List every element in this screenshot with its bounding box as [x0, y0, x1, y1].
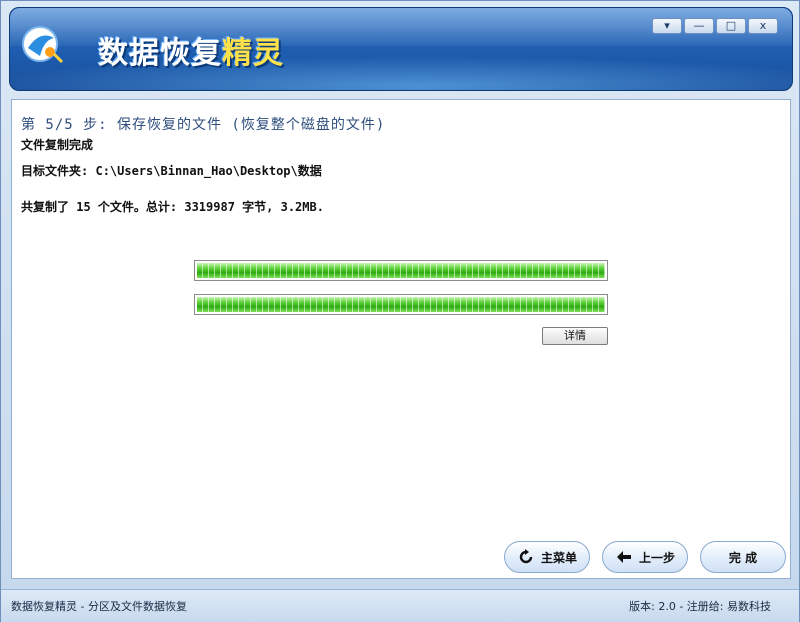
copy-complete-text: 文件复制完成: [21, 138, 94, 152]
status-version-info: 版本: 2.0 - 注册给: 易数科技: [629, 600, 771, 613]
window-menu-button[interactable]: ▾: [652, 18, 682, 34]
target-folder-path: C:\Users\Binnan_Hao\Desktop\数据: [95, 164, 322, 178]
close-button[interactable]: x: [748, 18, 778, 34]
content-panel: 第 5/5 步: 保存恢复的文件 (恢复整个磁盘的文件) 文件复制完成 目标文件…: [11, 99, 791, 579]
app-logo-icon: [22, 26, 64, 64]
main-window: 数据恢复精灵 ▾ — □ x 第 5/5 步: 保存恢复的文件 (恢复整个磁盘的…: [0, 0, 800, 622]
arrow-left-icon: [616, 551, 631, 563]
progress-fill-1: [197, 263, 605, 278]
progress-bar-1: [194, 260, 608, 281]
step-title: 第 5/5 步: 保存恢复的文件 (恢复整个磁盘的文件): [21, 117, 386, 133]
target-folder-label: 目标文件夹:: [21, 164, 89, 178]
main-menu-label: 主菜单: [540, 550, 577, 565]
previous-button[interactable]: 上一步: [602, 541, 688, 573]
progress-fill-2: [197, 297, 605, 312]
app-title-main: 数据恢复: [98, 36, 222, 71]
status-app-info: 数据恢复精灵 - 分区及文件数据恢复: [11, 600, 187, 613]
maximize-button[interactable]: □: [716, 18, 746, 34]
finish-button[interactable]: 完 成: [700, 541, 786, 573]
status-bar: 数据恢复精灵 - 分区及文件数据恢复 版本: 2.0 - 注册给: 易数科技: [1, 589, 799, 622]
minimize-button[interactable]: —: [684, 18, 714, 34]
header-banner: 数据恢复精灵 ▾ — □ x: [9, 7, 793, 91]
app-title-accent: 精灵: [222, 36, 284, 71]
progress-bar-2: [194, 294, 608, 315]
previous-label: 上一步: [638, 550, 675, 565]
window-controls: ▾ — □ x: [652, 18, 778, 34]
copy-summary: 共复制了 15 个文件。总计: 3319987 字节, 3.2MB.: [21, 200, 324, 214]
finish-label: 完 成: [728, 550, 758, 565]
refresh-icon: [519, 549, 533, 564]
main-menu-button[interactable]: 主菜单: [504, 541, 590, 573]
app-title: 数据恢复精灵: [98, 28, 284, 72]
details-button[interactable]: 详情: [542, 327, 608, 345]
target-folder-line: 目标文件夹: C:\Users\Binnan_Hao\Desktop\数据: [21, 162, 322, 179]
